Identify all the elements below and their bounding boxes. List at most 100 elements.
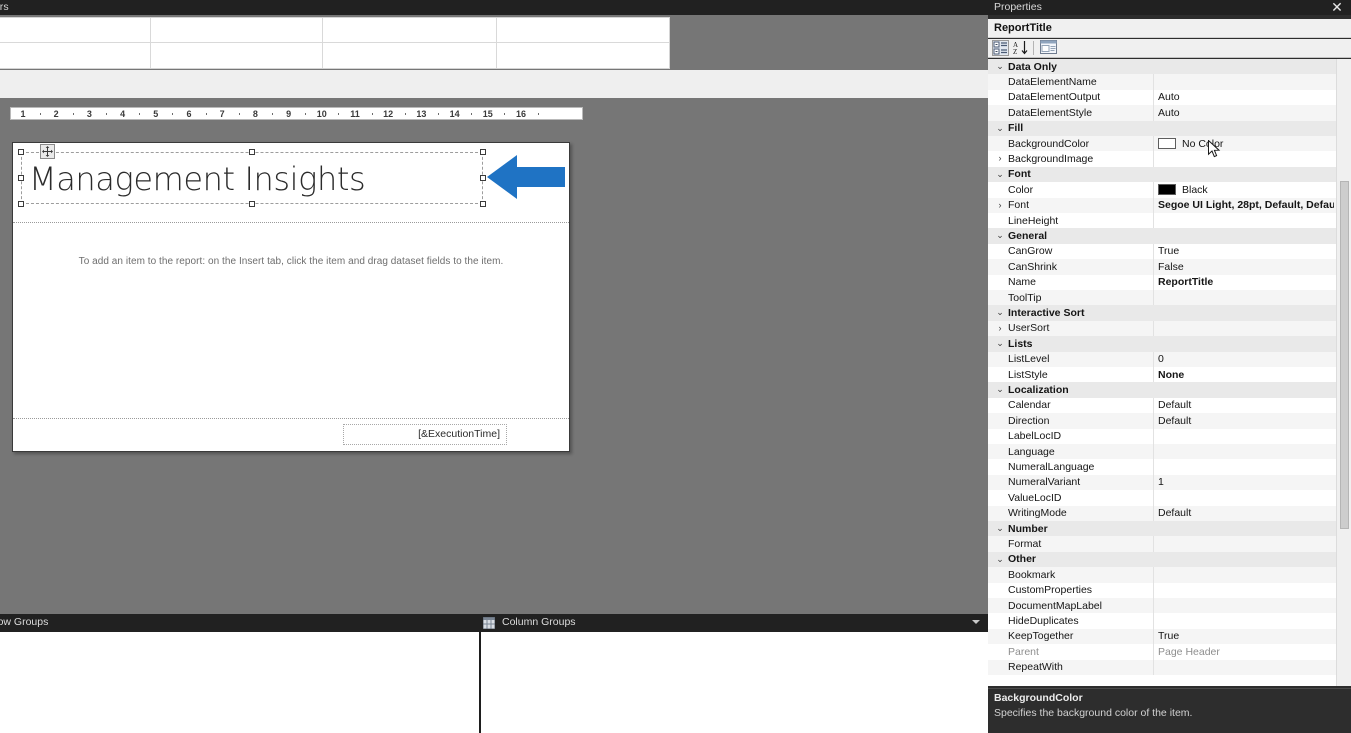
chevron-down-icon[interactable]: ⌄ xyxy=(995,230,1005,241)
property-category-row[interactable]: ⌄ Localization xyxy=(988,382,1336,398)
property-value[interactable]: 0 xyxy=(1158,353,1334,365)
chevron-right-icon[interactable]: › xyxy=(995,323,1005,334)
property-row[interactable]: DataElementOutput Auto xyxy=(988,89,1336,106)
parameters-grid[interactable] xyxy=(0,17,670,69)
property-row[interactable]: WritingMode Default xyxy=(988,505,1336,521)
parameters-grid-cell[interactable] xyxy=(0,43,151,68)
property-row[interactable]: DataElementName xyxy=(988,74,1336,90)
property-category-row[interactable]: ⌄ Lists xyxy=(988,336,1336,352)
chevron-down-icon[interactable]: ⌄ xyxy=(995,338,1005,349)
property-value[interactable]: No Color xyxy=(1182,138,1336,150)
close-icon[interactable]: ✕ xyxy=(1329,0,1345,15)
property-value[interactable]: Auto xyxy=(1158,107,1334,119)
groups-pane-splitter[interactable] xyxy=(479,632,481,733)
chevron-down-icon[interactable] xyxy=(972,620,980,624)
property-row[interactable]: NumeralLanguage xyxy=(988,459,1336,475)
parameters-grid-cell[interactable] xyxy=(151,43,323,68)
parameters-grid-cell[interactable] xyxy=(151,18,323,43)
parameters-grid-row[interactable] xyxy=(0,43,669,68)
resize-handle-ne[interactable] xyxy=(480,149,486,155)
property-row[interactable]: Calendar Default xyxy=(988,397,1336,414)
resize-handle-sw[interactable] xyxy=(18,201,24,207)
property-category-row[interactable]: ⌄ Other xyxy=(988,551,1336,568)
parameters-grid-row[interactable] xyxy=(0,18,669,43)
property-value[interactable]: Segoe UI Light, 28pt, Default, Default, … xyxy=(1158,199,1334,211)
resize-handle-w[interactable] xyxy=(18,175,24,181)
chevron-down-icon[interactable]: ⌄ xyxy=(995,61,1005,72)
chevron-right-icon[interactable]: › xyxy=(995,153,1005,164)
property-row[interactable]: › BackgroundImage xyxy=(988,151,1336,167)
property-category-row[interactable]: ⌄ Fill xyxy=(988,120,1336,136)
property-row[interactable]: › Font Segoe UI Light, 28pt, Default, Defa… xyxy=(988,197,1336,213)
property-value[interactable]: Auto xyxy=(1158,91,1334,103)
properties-grid[interactable]: ⌄ Data Only DataElementName DataElementOutp… xyxy=(988,59,1336,686)
property-row[interactable]: Bookmark xyxy=(988,567,1336,583)
selected-object-bar[interactable]: ReportTitle xyxy=(988,19,1351,38)
property-row[interactable]: LineHeight xyxy=(988,213,1336,229)
property-row[interactable]: DataElementStyle Auto xyxy=(988,105,1336,121)
property-row[interactable]: KeepTogether True xyxy=(988,628,1336,645)
parameters-grid-cell[interactable] xyxy=(497,43,669,68)
property-value[interactable]: None xyxy=(1158,369,1334,381)
property-row[interactable]: Language xyxy=(988,444,1336,460)
groups-pane-body[interactable] xyxy=(0,632,988,733)
chevron-down-icon[interactable]: ⌄ xyxy=(995,169,1005,180)
resize-handle-nw[interactable] xyxy=(18,149,24,155)
chevron-right-icon[interactable]: › xyxy=(995,200,1005,211)
property-category-row[interactable]: ⌄ Data Only xyxy=(988,59,1336,75)
property-value[interactable]: 1 xyxy=(1158,476,1334,488)
chevron-down-icon[interactable]: ⌄ xyxy=(995,523,1005,534)
property-value[interactable]: True xyxy=(1158,245,1334,257)
move-handle-icon[interactable] xyxy=(40,144,55,159)
property-row[interactable]: RepeatWith xyxy=(988,659,1336,675)
property-category-row[interactable]: ⌄ Number xyxy=(988,521,1336,537)
color-swatch[interactable] xyxy=(1158,138,1176,150)
parameters-grid-cell[interactable] xyxy=(323,43,497,68)
property-row[interactable]: ValueLocID xyxy=(988,490,1336,506)
alphabetical-sort-button[interactable]: A Z xyxy=(1013,40,1030,56)
resize-handle-s[interactable] xyxy=(249,201,255,207)
property-row[interactable]: NumeralVariant 1 xyxy=(988,474,1336,491)
property-value[interactable]: Page Header xyxy=(1158,646,1334,658)
property-value[interactable]: Default xyxy=(1158,415,1334,427)
property-row[interactable]: ListStyle None xyxy=(988,367,1336,383)
property-row[interactable]: Direction Default xyxy=(988,413,1336,429)
property-row[interactable]: Format xyxy=(988,536,1336,552)
resize-handle-n[interactable] xyxy=(249,149,255,155)
property-value[interactable]: False xyxy=(1158,261,1334,273)
property-row[interactable]: HideDuplicates xyxy=(988,613,1336,629)
property-row[interactable]: Parent Page Header xyxy=(988,644,1336,660)
property-value[interactable]: Black xyxy=(1182,184,1336,196)
color-swatch[interactable] xyxy=(1158,184,1176,196)
categorized-view-button[interactable] xyxy=(992,40,1009,56)
property-row[interactable]: LabelLocID xyxy=(988,428,1336,444)
property-row[interactable]: BackgroundColor No Color xyxy=(988,136,1336,152)
scrollbar-thumb[interactable] xyxy=(1340,181,1349,529)
property-row[interactable]: CanGrow True xyxy=(988,243,1336,260)
parameters-grid-cell[interactable] xyxy=(497,18,669,43)
report-body-band[interactable]: To add an item to the report: on the Ins… xyxy=(13,223,569,419)
chevron-down-icon[interactable]: ⌄ xyxy=(995,307,1005,318)
page-footer-band[interactable]: [&ExecutionTime] xyxy=(13,419,569,451)
property-row[interactable]: Color Black xyxy=(988,182,1336,198)
parameters-grid-cell[interactable] xyxy=(323,18,497,43)
property-value[interactable]: Default xyxy=(1158,507,1334,519)
chevron-down-icon[interactable]: ⌄ xyxy=(995,384,1005,395)
property-row[interactable]: DocumentMapLabel xyxy=(988,598,1336,614)
property-row[interactable]: ToolTip xyxy=(988,290,1336,306)
parameters-grid-cell[interactable] xyxy=(0,18,151,43)
property-row[interactable]: Name ReportTitle xyxy=(988,274,1336,290)
property-value[interactable]: Default xyxy=(1158,399,1334,411)
property-value[interactable]: ReportTitle xyxy=(1158,276,1334,288)
property-row[interactable]: CanShrink False xyxy=(988,259,1336,275)
chevron-down-icon[interactable]: ⌄ xyxy=(995,554,1005,565)
property-category-row[interactable]: ⌄ General xyxy=(988,228,1336,244)
property-row[interactable]: ListLevel 0 xyxy=(988,351,1336,367)
property-category-row[interactable]: ⌄ Interactive Sort xyxy=(988,305,1336,321)
resize-handle-e[interactable] xyxy=(480,175,486,181)
properties-grid-scrollbar[interactable] xyxy=(1336,59,1351,686)
report-title-textbox[interactable]: Management Insights xyxy=(18,144,486,207)
resize-handle-se[interactable] xyxy=(480,201,486,207)
property-value[interactable]: True xyxy=(1158,630,1334,642)
chevron-down-icon[interactable]: ⌄ xyxy=(995,123,1005,134)
